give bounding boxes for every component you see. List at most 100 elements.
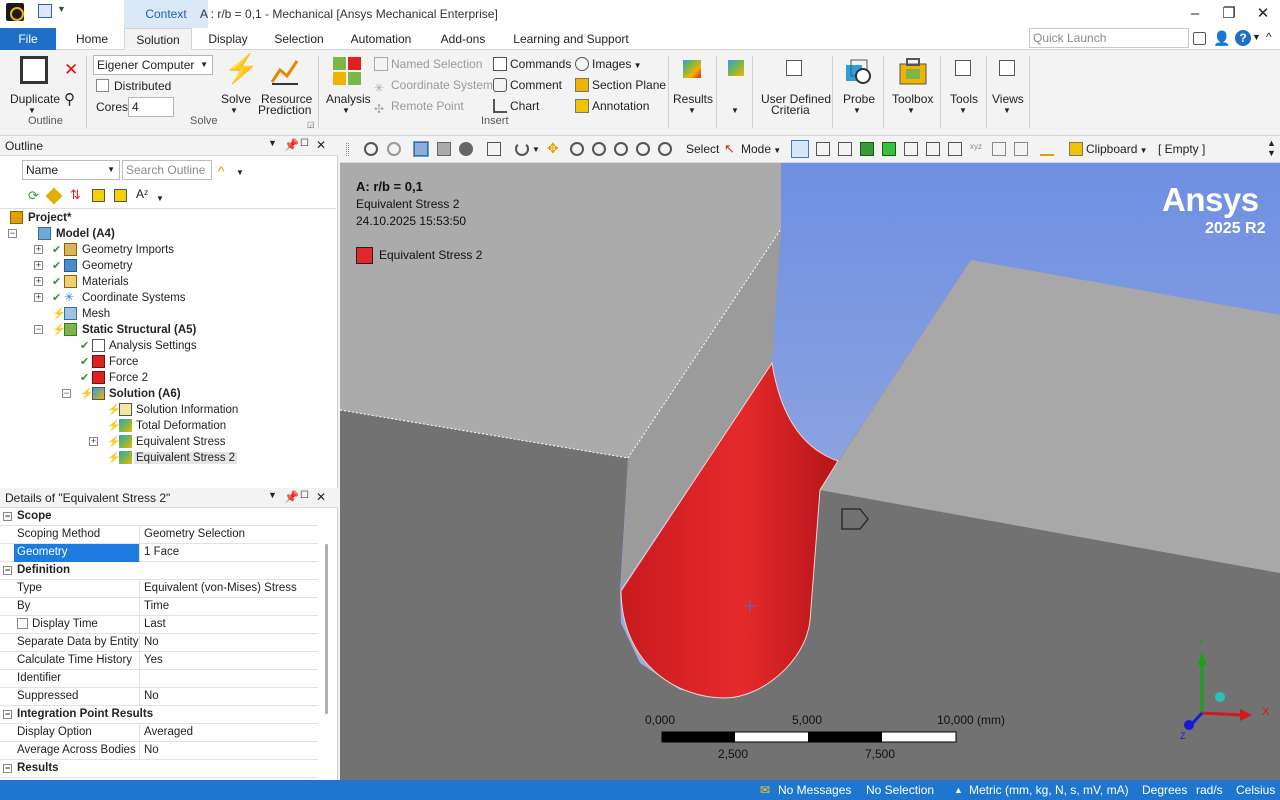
section-collapse-toggle[interactable]: − [3,764,12,773]
views-icon[interactable] [999,60,1015,76]
details-pin-icon[interactable]: 📌 [284,490,299,504]
detail-value[interactable]: Yes [141,652,317,670]
camera-icon[interactable] [459,142,473,156]
resource-prediction-icon[interactable] [270,56,300,86]
tab-display[interactable]: Display [202,28,254,50]
select-element-icon[interactable] [882,142,896,156]
tree-item-static-structural[interactable]: − ⚡ Static Structural (A5) [34,322,196,338]
solve-process-combo[interactable]: Eigener Computer ▼ [93,55,213,75]
detail-value[interactable] [141,670,317,688]
tree-item-geometry[interactable]: + ✔ Geometry [34,258,133,274]
probe-dropdown-icon[interactable]: ▼ [853,106,861,115]
detail-value[interactable]: Time [141,598,317,616]
detail-row-display-option[interactable]: Display Option Averaged [0,724,318,742]
rotational-velocity-units[interactable]: rad/s [1196,780,1223,800]
help-dropdown-icon[interactable]: ▼ [1252,32,1261,42]
outline-close-icon[interactable]: ✕ [316,138,326,152]
results-button[interactable]: Results [673,92,713,106]
section-collapse-toggle[interactable]: − [3,566,12,575]
analysis-button[interactable]: Analysis [326,92,371,106]
units-up-icon[interactable]: ▲ [954,780,963,800]
detail-row-type[interactable]: Type Equivalent (von-Mises) Stress [0,580,318,598]
detail-row-geometry[interactable]: Geometry 1 Face [0,544,318,562]
probe-button[interactable]: Probe [843,92,875,106]
collapse-toggle[interactable]: − [8,229,17,238]
angle-units[interactable]: Degrees [1142,780,1187,800]
select-box-icon[interactable] [487,142,501,156]
commands-button[interactable]: Commands [493,57,571,71]
sort-icon[interactable]: ⇅ [70,187,81,203]
wireframe-view-icon[interactable] [437,142,451,156]
tree-item-equivalent-stress[interactable]: + ⚡ Equivalent Stress [89,434,226,450]
outline-menu-icon[interactable]: ▼ [268,138,277,148]
collapse-ribbon-icon[interactable]: ^ [1266,30,1272,44]
comment-button[interactable]: Comment [493,78,562,92]
tools-icon[interactable] [955,60,971,76]
units-status[interactable]: Metric (mm, kg, N, s, mV, mA) [969,780,1129,800]
search-up-icon[interactable]: ^ [218,163,225,179]
select-face-icon[interactable] [838,142,852,156]
outline-maximize-icon[interactable]: ☐ [300,138,309,149]
coordinate-system-button[interactable]: ✳ Coordinate System [374,78,493,95]
toolbox-dropdown-icon[interactable]: ▼ [907,106,915,115]
distributed-checkbox[interactable]: Distributed [96,79,171,93]
find-icon[interactable]: ⚲ [64,90,75,108]
detail-value[interactable]: 1 Face [141,544,317,562]
rotate-dropdown-icon[interactable]: ▼ [532,145,546,159]
tools-dropdown-icon[interactable]: ▼ [959,106,967,115]
collapse-toggle[interactable]: − [62,389,71,398]
probe-icon[interactable] [843,56,873,86]
tab-file[interactable]: File [0,28,56,50]
collapse-toggle[interactable]: − [34,325,43,334]
feedback-icon[interactable] [1193,32,1206,45]
tab-add-ons[interactable]: Add-ons [434,28,492,50]
mode-button[interactable]: Mode ▼ [741,142,781,156]
zoom-icon[interactable] [570,142,584,156]
sort-dropdown-icon[interactable]: ▼ [156,194,164,203]
expand-toggle[interactable]: + [34,261,43,270]
coordinate-xyz-icon[interactable]: xyz [970,142,984,156]
display-time-checkbox[interactable] [17,618,28,629]
distributed-check-box[interactable] [96,79,109,92]
help-icon[interactable]: ? [1235,30,1251,46]
context-tab[interactable]: Context [124,0,208,28]
detail-row-by[interactable]: By Time [0,598,318,616]
section-results[interactable]: − Results [0,760,318,778]
detail-value[interactable]: Last [141,616,317,634]
clipboard-icon[interactable] [1069,142,1083,156]
cores-input[interactable]: 4 [128,97,174,117]
select-label[interactable]: Select [686,142,719,156]
details-close-icon[interactable]: ✕ [316,490,326,504]
select-mesh-icon[interactable] [926,142,940,156]
solve-button[interactable]: Solve [221,92,251,106]
chart-button[interactable]: Chart [493,99,539,113]
views-dropdown-icon[interactable]: ▼ [1003,106,1011,115]
delete-icon[interactable]: ✕ [64,60,78,80]
details-menu-icon[interactable]: ▼ [268,490,277,500]
zoom-to-fit-icon[interactable] [614,142,628,156]
select-node-icon[interactable] [904,142,918,156]
close-window-button[interactable]: ✕ [1240,0,1280,28]
triad-iso-ball[interactable] [1215,692,1225,702]
results-icon[interactable] [683,60,701,78]
tree-item-total-deformation[interactable]: ⚡ Total Deformation [89,418,226,434]
user-defined-result-dropdown-icon[interactable]: ▼ [731,106,739,115]
graph-icon[interactable] [1040,142,1054,156]
detail-row-average-across-bodies[interactable]: Average Across Bodies No [0,742,318,760]
refresh-icon[interactable]: ⟳ [28,188,39,204]
collapse-all-icon[interactable] [114,189,127,202]
detail-value[interactable]: No [141,634,317,652]
solve-lightning-icon[interactable]: ⚡ [224,54,259,84]
tab-home[interactable]: Home [68,28,116,50]
detail-value[interactable]: Averaged [141,724,317,742]
tree-item-force-2[interactable]: ✔ Force 2 [62,370,148,386]
detail-value[interactable]: Geometry Selection [141,526,317,544]
details-maximize-icon[interactable]: ☐ [300,490,309,501]
clipboard-button[interactable]: Clipboard ▼ [1086,142,1148,156]
cursor-icon[interactable]: ↖ [724,141,735,157]
tab-automation[interactable]: Automation [344,28,418,50]
select-edge-icon[interactable] [816,142,830,156]
tree-item-coordinate-systems[interactable]: + ✔ ✳ Coordinate Systems [34,290,186,306]
details-scrollbar[interactable] [325,544,328,714]
tab-learning-support[interactable]: Learning and Support [508,28,634,50]
